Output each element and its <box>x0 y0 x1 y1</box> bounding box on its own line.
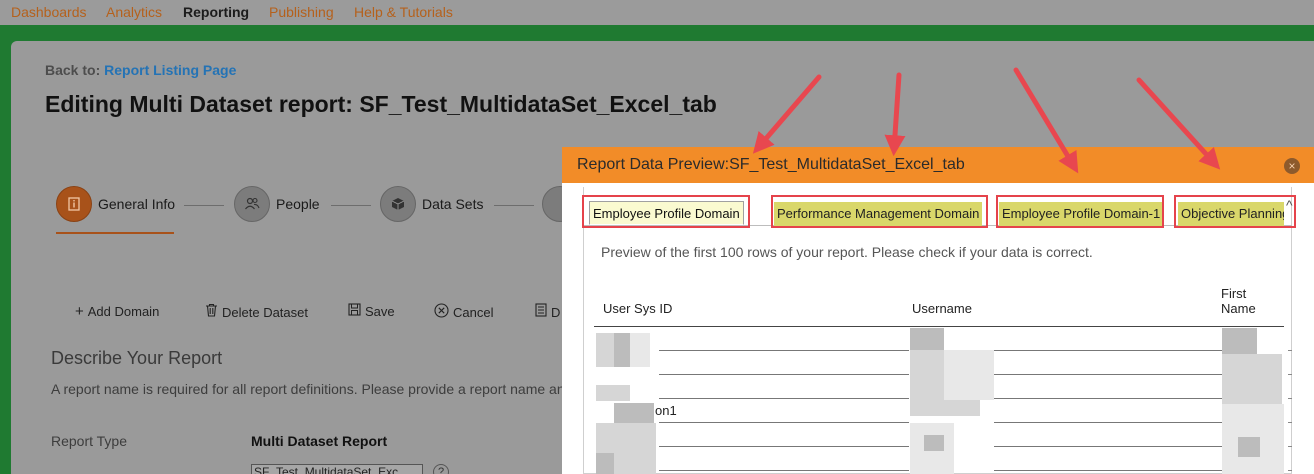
save-label: Save <box>365 304 395 319</box>
back-prefix: Back to: <box>45 62 101 78</box>
step-connector <box>494 205 534 206</box>
highlight-box <box>771 195 988 228</box>
trash-icon <box>205 303 218 321</box>
row-divider <box>659 446 909 447</box>
report-type-value: Multi Dataset Report <box>251 433 388 449</box>
step-connector <box>331 205 371 206</box>
describe-description: A report name is required for all report… <box>51 381 565 397</box>
cancel-button[interactable]: Cancel <box>434 303 493 322</box>
highlight-box <box>582 195 750 228</box>
nav-dashboards[interactable]: Dashboards <box>11 4 87 20</box>
redacted-cell <box>630 333 650 367</box>
info-icon <box>56 186 92 222</box>
step-label: Data Sets <box>422 196 484 212</box>
add-domain-button[interactable]: + Add Domain <box>75 303 159 320</box>
page-title: Editing Multi Dataset report: SF_Test_Mu… <box>45 91 717 117</box>
redacted-cell <box>596 453 614 474</box>
step-connector <box>184 205 224 206</box>
close-icon[interactable]: × <box>1284 158 1300 174</box>
nav-help-tutorials[interactable]: Help & Tutorials <box>354 4 453 20</box>
cube-icon <box>380 186 416 222</box>
add-domain-label: Add Domain <box>87 304 160 319</box>
step-label: People <box>276 196 320 212</box>
delete-dataset-button[interactable]: Delete Dataset <box>205 303 308 321</box>
modal-header: Report Data Preview:SF_Test_MultidataSet… <box>562 147 1314 183</box>
preview-note: Preview of the first 100 rows of your re… <box>601 244 1093 260</box>
row-divider <box>659 398 909 399</box>
step-general-info[interactable]: General Info <box>56 186 175 222</box>
redacted-cell <box>1238 437 1260 457</box>
floppy-icon <box>348 303 361 320</box>
report-type-label: Report Type <box>51 433 128 449</box>
column-header-first-name[interactable]: First Name <box>1221 286 1265 316</box>
describe-title: Describe Your Report <box>51 348 223 368</box>
table-cell-fragment: on1 <box>655 403 677 418</box>
toolbar-partial-label: D <box>551 304 561 320</box>
active-step-indicator <box>56 232 174 234</box>
redacted-cell <box>910 350 944 400</box>
nav-reporting[interactable]: Reporting <box>183 4 249 20</box>
top-nav: Dashboards Analytics Reporting Publishin… <box>0 0 1314 25</box>
toolbar-partial-button[interactable]: D <box>535 303 560 321</box>
redacted-cell <box>944 350 994 400</box>
row-divider <box>659 350 909 351</box>
cancel-circle-icon <box>434 303 449 322</box>
row-divider <box>994 470 1224 471</box>
redacted-cell <box>910 328 944 350</box>
row-divider <box>659 422 909 423</box>
column-header-username[interactable]: Username <box>912 301 972 316</box>
report-name-field[interactable]: SF_Test_MultidataSet_Exc <box>251 464 423 474</box>
modal-title: Report Data Preview:SF_Test_MultidataSet… <box>577 156 965 173</box>
cancel-label: Cancel <box>453 305 494 320</box>
help-icon[interactable]: ? <box>433 464 449 474</box>
report-listing-link[interactable]: Report Listing Page <box>104 62 236 78</box>
highlight-box <box>996 195 1164 228</box>
step-people[interactable]: People <box>234 186 320 222</box>
redacted-cell <box>1222 328 1257 354</box>
row-divider <box>994 350 1224 351</box>
vertical-scrollbar[interactable] <box>1288 347 1292 474</box>
redacted-cell <box>614 403 654 423</box>
breadcrumb: Back to: Report Listing Page <box>45 62 236 78</box>
save-button[interactable]: Save <box>348 303 395 320</box>
redacted-cell <box>614 333 630 367</box>
row-divider <box>994 422 1224 423</box>
delete-dataset-label: Delete Dataset <box>222 304 308 320</box>
row-divider <box>659 470 909 471</box>
row-divider <box>994 398 1224 399</box>
header-divider <box>594 326 1284 327</box>
nav-publishing[interactable]: Publishing <box>269 4 334 20</box>
row-divider <box>994 446 1224 447</box>
plus-icon: + <box>75 303 84 320</box>
column-header-user-sys-id[interactable]: User Sys ID <box>603 301 672 316</box>
row-divider <box>659 374 909 375</box>
redacted-cell <box>596 385 630 401</box>
document-icon <box>535 303 547 321</box>
step-label: General Info <box>98 196 176 212</box>
nav-analytics[interactable]: Analytics <box>106 4 162 20</box>
redacted-cell <box>910 400 980 416</box>
redacted-cell <box>596 333 614 367</box>
report-data-preview-modal: Report Data Preview:SF_Test_MultidataSet… <box>562 147 1314 474</box>
people-icon <box>234 186 270 222</box>
step-data-sets[interactable]: Data Sets <box>380 186 483 222</box>
redacted-cell <box>1222 354 1282 404</box>
highlight-box <box>1174 195 1296 228</box>
row-divider <box>994 374 1224 375</box>
redacted-cell <box>924 435 944 451</box>
